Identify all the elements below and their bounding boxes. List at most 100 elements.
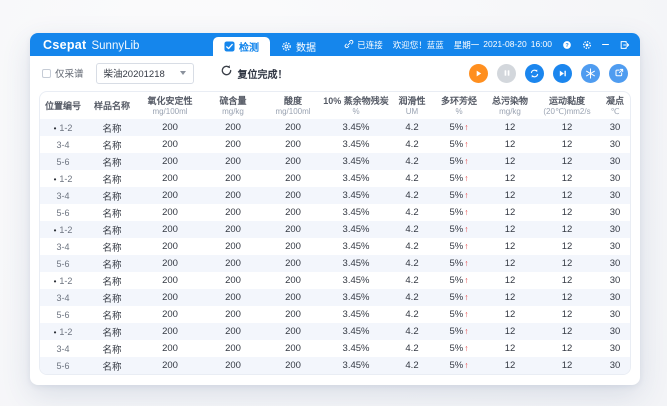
results-table-card: 位置编号样品名称氧化安定性mg/100ml硫含量mg/kg酸度mg/100ml1… [39,91,631,375]
column-header: 10% 蒸余物残炭% [322,92,390,119]
sample-select[interactable]: 柴油20201218 [96,63,194,84]
value-cell: 3.45% [322,119,390,136]
welcome-text: 欢迎您！蓝蓝 [393,39,444,51]
spectrum-only-checkbox[interactable] [42,69,51,78]
table-row[interactable]: 3-4名称2002002003.45%4.25%↑121230 [40,238,631,255]
gear-outline-icon [281,41,292,52]
table-row[interactable]: •1-2名称2002002003.45%4.25%↑121230 [40,119,631,136]
value-cell: 12 [536,357,598,374]
sync-button[interactable] [525,64,544,83]
tab-data-label: 数据 [296,39,316,54]
table-row[interactable]: •1-2名称2002002003.45%4.25%↑121230 [40,323,631,340]
column-label: 酸度 [264,96,322,107]
title-bar: Csepat SunnyLib 检测 [30,33,640,56]
value-cell: 12 [536,289,598,306]
table-row[interactable]: 5-6名称2002002003.45%4.25%↑121230 [40,357,631,374]
run-control-buttons [469,64,628,83]
sample-name-cell: 名称 [86,357,138,374]
table-row[interactable]: 3-4名称2002002003.45%4.25%↑121230 [40,136,631,153]
table-row[interactable]: •1-2名称2002002003.45%4.25%↑121230 [40,272,631,289]
minimize-icon[interactable] [602,44,609,46]
sample-name-cell: 名称 [86,187,138,204]
table-body: •1-2名称2002002003.45%4.25%↑1212303-4名称200… [40,119,631,374]
sample-name-cell: 名称 [86,289,138,306]
alert-up-icon: ↑ [464,275,468,285]
value-cell: 12 [484,238,536,255]
position-cell: •1-2 [40,170,86,187]
refresh-icon[interactable] [220,64,233,82]
value-cell: 200 [264,187,322,204]
alert-up-icon: ↑ [464,139,468,149]
value-cell: 30 [598,136,631,153]
value-cell: 12 [484,153,536,170]
column-header: 位置编号 [40,92,86,119]
value-cell: 30 [598,289,631,306]
value-cell: 5%↑ [434,255,484,272]
column-header: 润滑性UM [390,92,434,119]
value-cell: 12 [484,170,536,187]
tab-detection[interactable]: 检测 [213,37,270,56]
value-cell: 3.45% [322,255,390,272]
brand-name: Csepat [43,38,86,52]
table-row[interactable]: 3-4名称2002002003.45%4.25%↑121230 [40,340,631,357]
column-header: 硫含量mg/kg [202,92,264,119]
column-label: 硫含量 [202,96,264,107]
table-row[interactable]: •1-2名称2002002003.45%4.25%↑121230 [40,221,631,238]
value-cell: 200 [264,323,322,340]
pause-button[interactable] [497,64,516,83]
value-cell: 4.2 [390,170,434,187]
value-cell: 200 [202,204,264,221]
value-cell: 12 [536,340,598,357]
skip-end-button[interactable] [553,64,572,83]
position-cell: 5-6 [40,204,86,221]
value-cell: 200 [264,306,322,323]
table-row[interactable]: 3-4名称2002002003.45%4.25%↑121230 [40,289,631,306]
table-row[interactable]: •1-2名称2002002003.45%4.25%↑121230 [40,170,631,187]
value-cell: 3.45% [322,136,390,153]
table-row[interactable]: 5-6名称2002002003.45%4.25%↑121230 [40,153,631,170]
value-cell: 200 [202,289,264,306]
position-cell: 3-4 [40,289,86,306]
value-cell: 5%↑ [434,272,484,289]
value-cell: 12 [536,136,598,153]
alert-up-icon: ↑ [464,292,468,302]
value-cell: 3.45% [322,357,390,374]
table-row[interactable]: 5-6名称2002002003.45%4.25%↑121230 [40,255,631,272]
freeze-button[interactable] [581,64,600,83]
value-cell: 5%↑ [434,340,484,357]
table-row[interactable]: 3-4名称2002002003.45%4.25%↑121230 [40,187,631,204]
column-label: 位置编号 [40,101,86,112]
column-unit: % [322,107,390,117]
export-button[interactable] [609,64,628,83]
value-cell: 5%↑ [434,323,484,340]
value-cell: 200 [202,221,264,238]
table-row[interactable]: 5-6名称2002002003.45%4.25%↑121230 [40,204,631,221]
column-unit: ℃ [598,107,631,117]
start-button[interactable] [469,64,488,83]
value-cell: 30 [598,238,631,255]
value-cell: 12 [536,255,598,272]
column-header: 样品名称 [86,92,138,119]
position-cell: •1-2 [40,272,86,289]
tab-data[interactable]: 数据 [270,37,327,56]
value-cell: 4.2 [390,204,434,221]
column-header: 凝点℃ [598,92,631,119]
value-cell: 200 [138,187,202,204]
value-cell: 200 [202,255,264,272]
column-unit: mg/100ml [138,107,202,117]
help-icon[interactable]: ? [562,40,572,50]
value-cell: 30 [598,119,631,136]
spectrum-only-checkbox-group[interactable]: 仅采谱 [42,66,84,80]
titlebar-status-area: 已连接 欢迎您！蓝蓝 星期一 2021-08-20 16:00 ? [344,39,630,51]
column-label: 凝点 [598,96,631,107]
sync-icon [529,68,540,79]
settings-gear-icon[interactable] [582,40,592,50]
column-label: 总污染物 [484,96,536,107]
position-cell: 5-6 [40,357,86,374]
results-table: 位置编号样品名称氧化安定性mg/100ml硫含量mg/kg酸度mg/100ml1… [40,92,631,374]
table-row[interactable]: 5-6名称2002002003.45%4.25%↑121230 [40,306,631,323]
logout-icon[interactable] [619,40,630,50]
value-cell: 5%↑ [434,153,484,170]
value-cell: 30 [598,340,631,357]
pause-icon [503,69,511,77]
